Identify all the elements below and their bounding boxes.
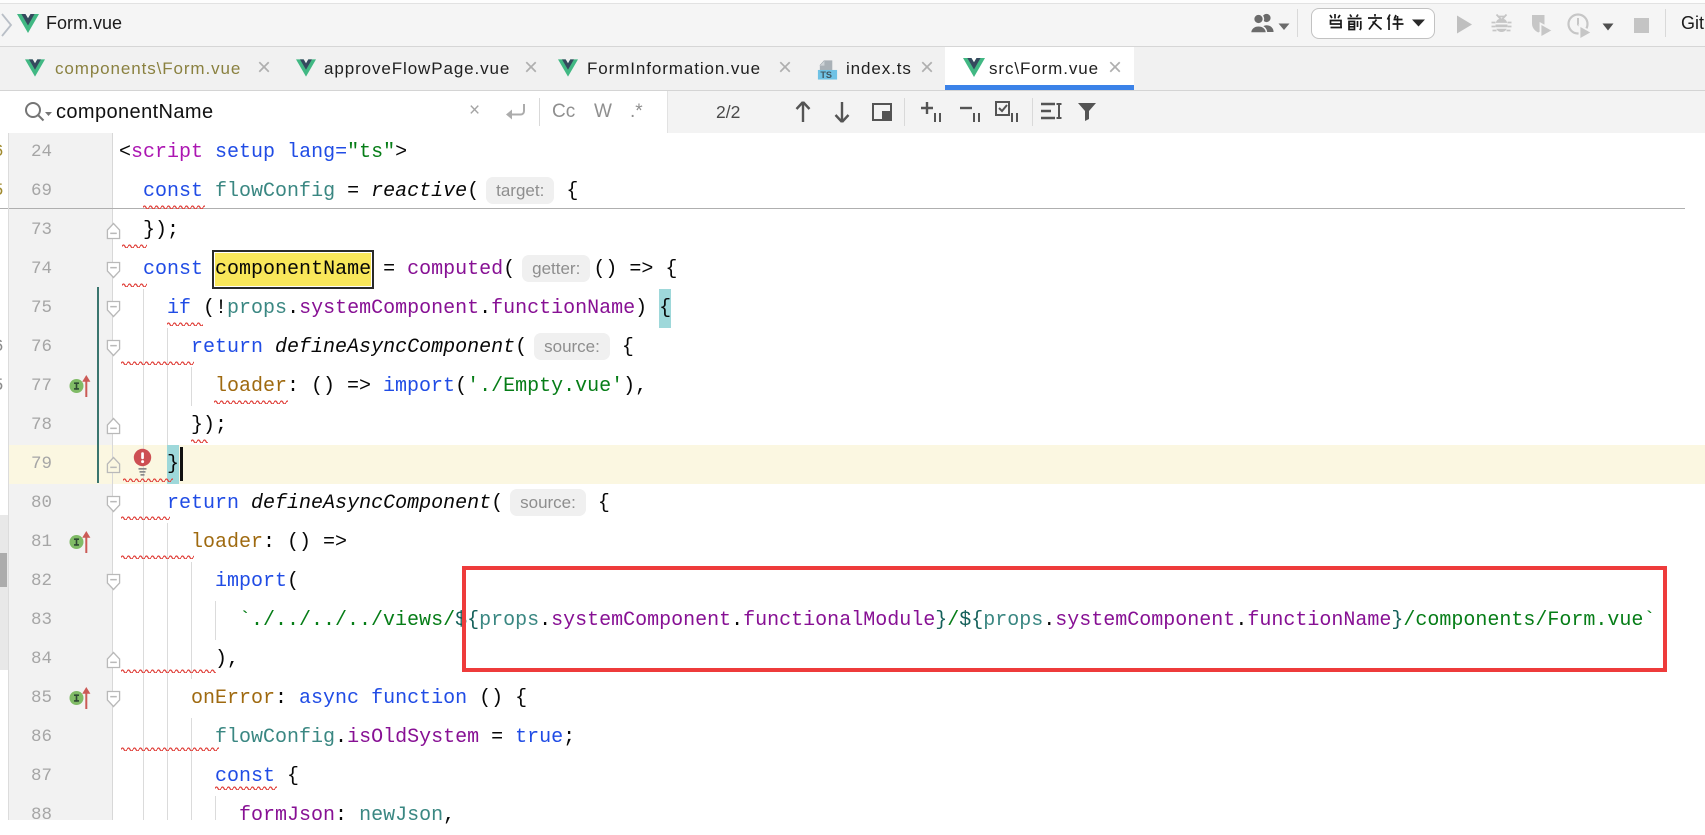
svg-text:TS: TS	[820, 70, 832, 80]
